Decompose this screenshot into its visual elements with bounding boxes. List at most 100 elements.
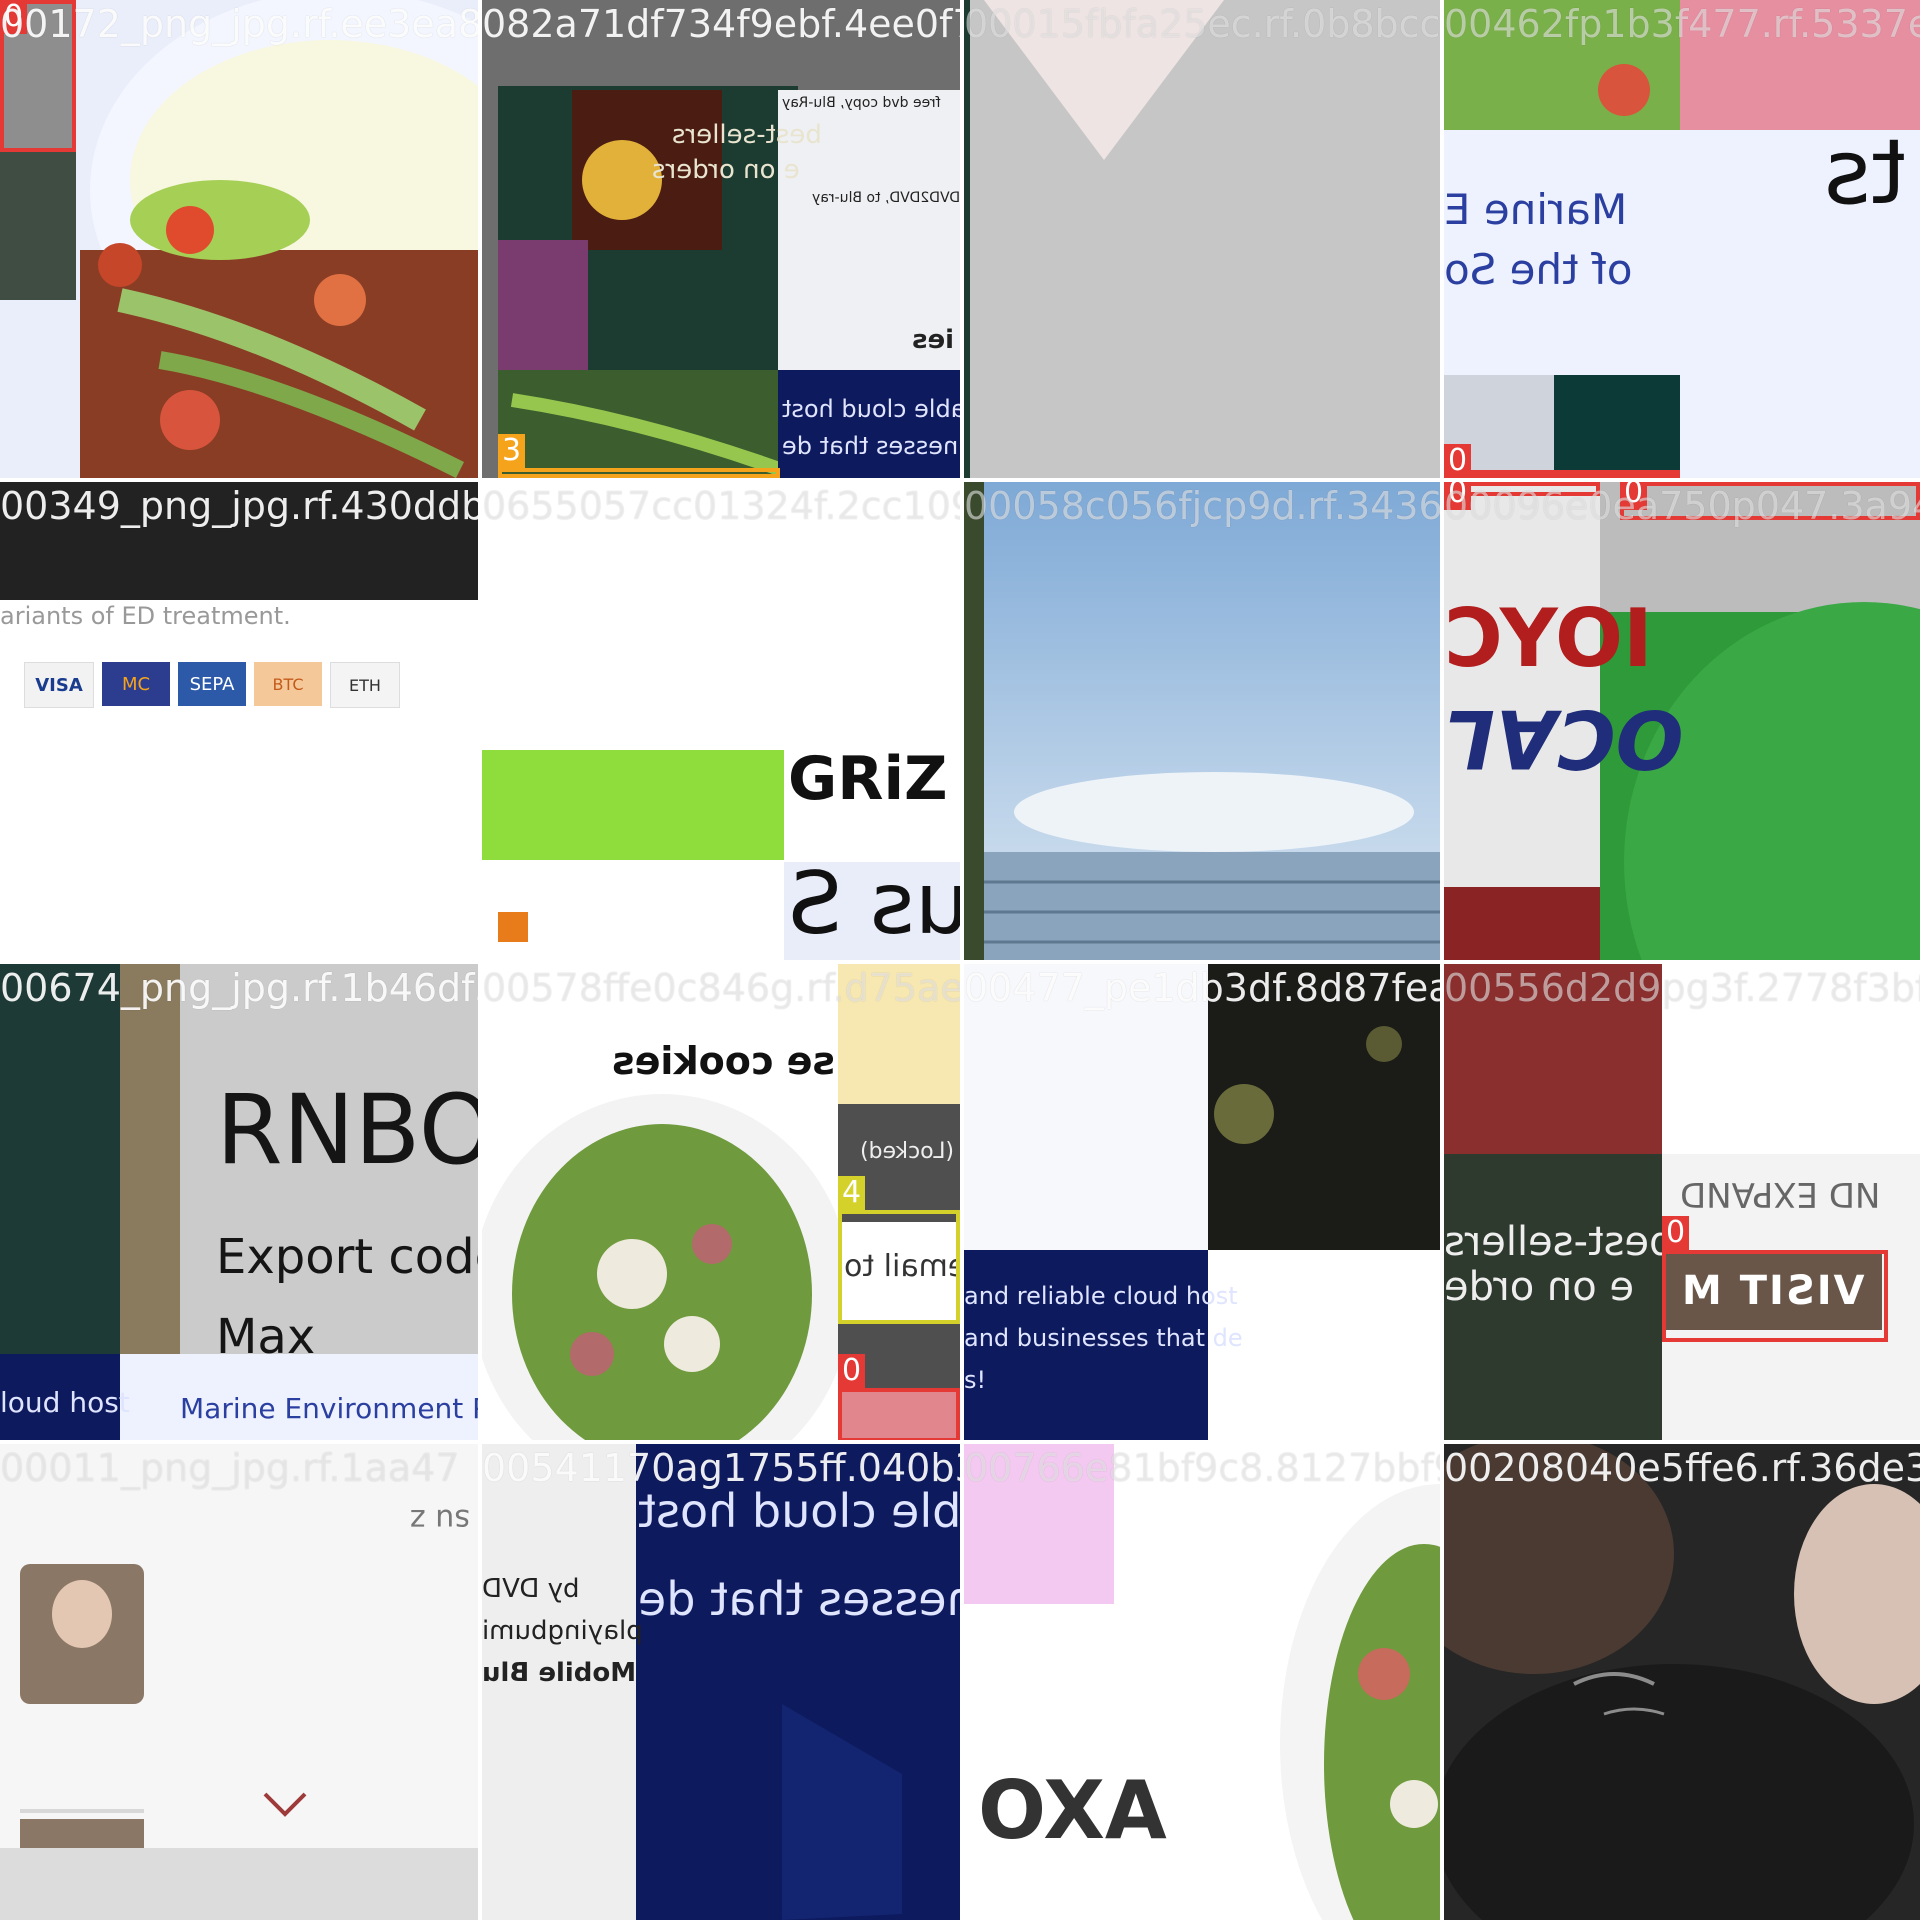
bitcoin-icon: BTC xyxy=(254,662,322,706)
text-span: Marine E xyxy=(1444,185,1628,234)
text: su z xyxy=(410,1502,470,1537)
detection-label: 3 xyxy=(498,434,526,468)
divider xyxy=(0,1440,1920,1444)
text: nesses that de xyxy=(638,1572,960,1626)
detection-label: 0 xyxy=(1620,482,1648,510)
text-span: se cookies xyxy=(612,1039,836,1083)
text: best-sellers xyxy=(1444,1219,1675,1265)
tile-15: 00208040e5ffe6.rf.36de3948 xyxy=(1444,1444,1920,1920)
text: s! xyxy=(964,1366,987,1394)
text-span: IOYC xyxy=(1444,592,1653,685)
detection-box xyxy=(498,468,780,478)
text: reliable cloud host xyxy=(782,395,960,423)
text: GRiZ a xyxy=(788,744,960,814)
tile-9: se cookies e (Locked) email to 4 0 00578… xyxy=(482,964,960,1442)
text-span: DVD2DVD, to Blu-ray xyxy=(812,190,960,206)
text: se cookies xyxy=(612,1039,835,1083)
tile-12: su z 00011_png_jpg.rf.1aa47 xyxy=(0,1444,478,1920)
text-span: ble cloud host xyxy=(638,1484,960,1538)
text-span: ND EXPAND xyxy=(1680,1174,1881,1214)
mosaic-grid: 0 00172_png_jpg.rf.ee3ea8d2 free dvd cop… xyxy=(0,0,1920,1920)
text: Max xyxy=(216,1309,316,1365)
text-span: nesses that de xyxy=(638,1572,960,1626)
text-span: of the So xyxy=(1444,245,1633,294)
text-span: by DVD xyxy=(482,1574,580,1604)
text-span: best-sellers xyxy=(1444,1219,1675,1265)
detection-label: 0 xyxy=(1444,444,1472,478)
divider xyxy=(0,960,1920,964)
detection-box xyxy=(1620,482,1920,520)
text: playingbumi xyxy=(482,1616,643,1646)
text: OCAL xyxy=(1444,692,1684,785)
text-span: AXO xyxy=(978,1764,1167,1857)
text: Marine Environment Pro xyxy=(180,1392,478,1425)
text: and businesses that de xyxy=(964,1324,1243,1352)
text-span: Mobile Blu xyxy=(482,1658,637,1688)
text: DVD2DVD, to Blu-ray xyxy=(812,190,960,206)
tile-3-image xyxy=(1444,0,1920,478)
text: e (Locked) xyxy=(860,1139,960,1164)
detection-box xyxy=(1444,470,1680,478)
tile-11: ND EXPAND best-sellers e on orde VISIT M… xyxy=(1444,964,1920,1442)
detection-label: 0 xyxy=(838,1354,866,1388)
tile-4-image xyxy=(0,482,478,600)
tile-12-image xyxy=(0,1444,478,1920)
tile-13: ble cloud host nesses that de by DVD pla… xyxy=(482,1444,960,1920)
tile-8-image xyxy=(0,964,478,1442)
detection-label: 0 xyxy=(1444,482,1472,510)
text-span: ies xyxy=(912,325,955,355)
tile-4: ariants of ED treatment. VISA MC SEPA BT… xyxy=(0,482,478,960)
text: free dvd copy, Blu-Ray xyxy=(782,95,941,111)
tile-0: 0 00172_png_jpg.rf.ee3ea8d2 xyxy=(0,0,478,478)
text: ND EXPAND xyxy=(1680,1174,1880,1214)
text-span: us S xyxy=(788,854,960,954)
text: e on orders xyxy=(652,155,800,185)
text: loud host xyxy=(0,1386,130,1419)
detection-box xyxy=(1662,1250,1888,1342)
text: Export code w xyxy=(216,1229,478,1285)
text: Mobile Blu xyxy=(482,1658,636,1688)
text-span: e on orde xyxy=(1444,1264,1635,1310)
text: ies xyxy=(912,325,954,355)
text: best-sellers xyxy=(672,120,822,150)
text: RNBO xyxy=(216,1074,478,1186)
tile-6-image xyxy=(964,482,1440,960)
text-span: OCAL xyxy=(1444,692,1684,785)
visa-icon: VISA xyxy=(24,662,94,708)
tile-5: GRiZ a us S 0655057cc01324f.2cc109c5 xyxy=(482,482,960,960)
tile-6: 00058c056fjcp9d.rf.343692df xyxy=(964,482,1440,960)
text-span: su z xyxy=(410,1502,470,1537)
text: us S xyxy=(788,854,960,954)
text: businesses that de xyxy=(782,432,960,460)
tile-14: AXO 00766e81bf9c8.8127bbf93 xyxy=(964,1444,1440,1920)
text: Marine E xyxy=(1444,185,1627,234)
mastercard-icon: MC xyxy=(102,662,170,706)
text: ble cloud host xyxy=(638,1484,960,1538)
text: IOYC xyxy=(1444,592,1653,685)
divider xyxy=(0,478,1920,482)
tile-10: and reliable cloud host and businesses t… xyxy=(964,964,1440,1442)
text-span: playingbumi xyxy=(482,1616,643,1646)
tile-2-image xyxy=(964,0,1440,478)
tile-10-image xyxy=(964,964,1440,1442)
detection-label: 0 xyxy=(0,0,28,34)
text: of the So xyxy=(1444,245,1632,294)
text: ariants of ED treatment. xyxy=(0,602,291,630)
detection-box xyxy=(838,1388,960,1442)
tile-7: IOYC OCAL 0 0 00096e0ea750p047.3a94974b xyxy=(1444,482,1920,960)
text-span: businesses that de xyxy=(782,432,960,460)
text-span: ts xyxy=(1824,120,1907,225)
tile-8: RNBO Export code w Max loud host Marine … xyxy=(0,964,478,1442)
detection-label: 0 xyxy=(1662,1216,1690,1250)
tile-1: free dvd copy, Blu-Ray best-sellers e on… xyxy=(482,0,960,478)
text: e on orde xyxy=(1444,1264,1634,1310)
text-span: e (Locked) xyxy=(860,1139,960,1164)
text: by DVD xyxy=(482,1574,580,1604)
tile-15-image xyxy=(1444,1444,1920,1920)
ethereum-icon: ETH xyxy=(330,662,400,708)
text-span: free dvd copy, Blu-Ray xyxy=(782,95,941,111)
sepa-icon: SEPA xyxy=(178,662,246,706)
tile-2: 00015fbfa25ec.rf.0b8bcc2e xyxy=(964,0,1440,478)
text: and reliable cloud host xyxy=(964,1282,1238,1310)
tile-3: Marine E of the So ts 0 00462fp1b3f477.r… xyxy=(1444,0,1920,478)
